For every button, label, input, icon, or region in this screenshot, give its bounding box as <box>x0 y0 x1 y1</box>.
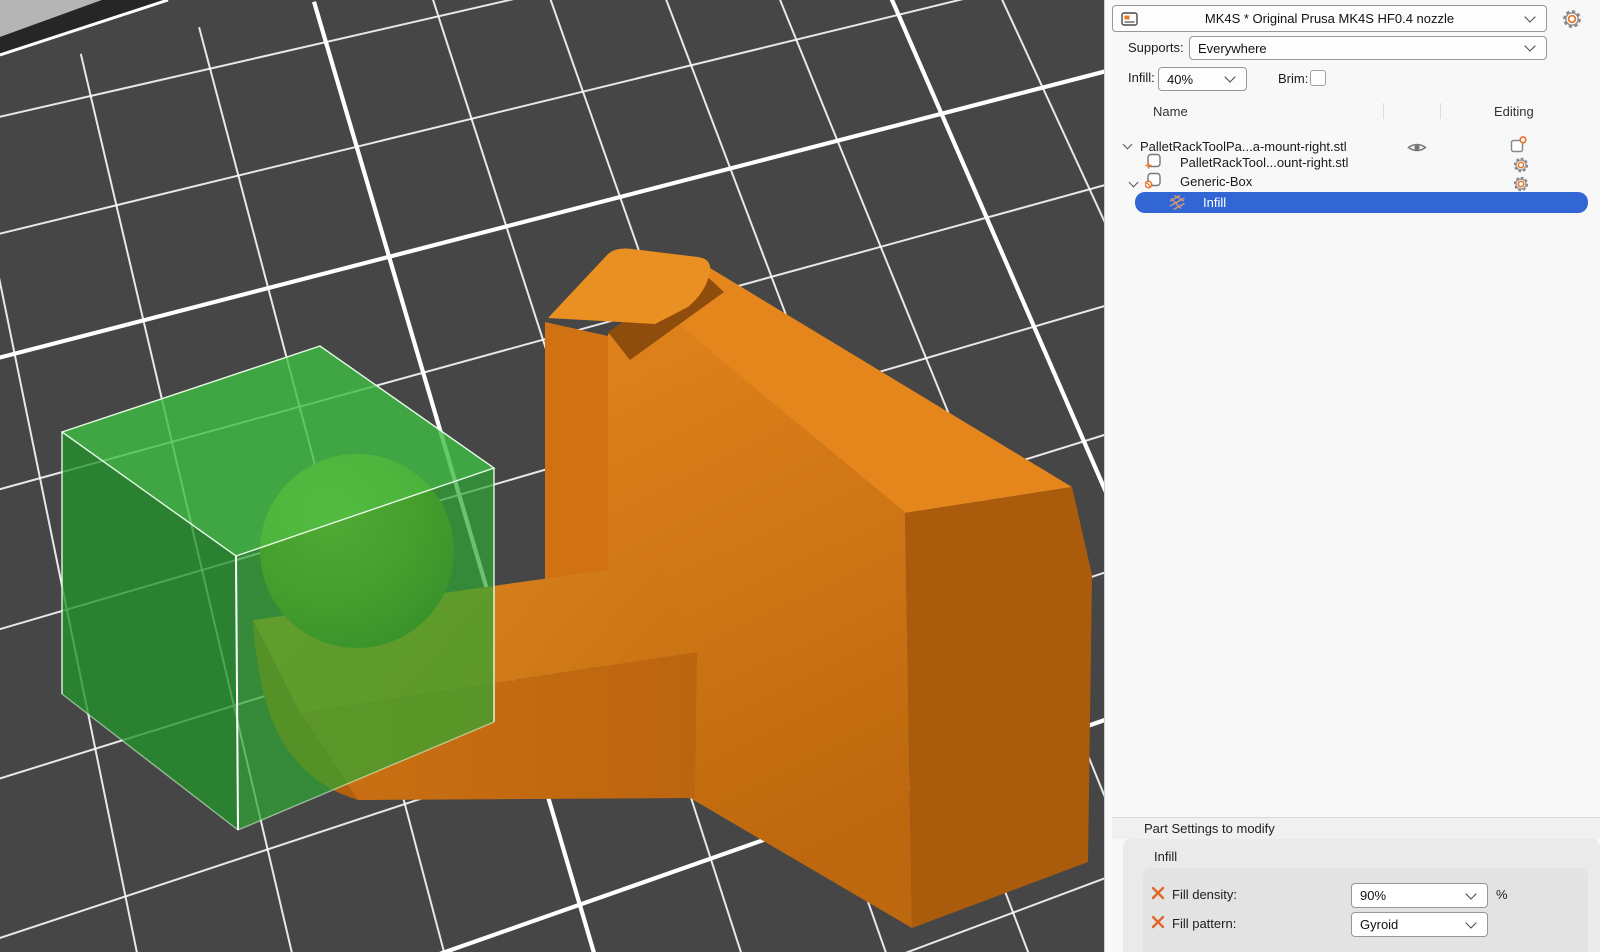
brim-checkbox[interactable] <box>1310 70 1326 86</box>
infill-select[interactable]: 40% <box>1158 67 1247 91</box>
fill-density-value: 90% <box>1352 888 1461 903</box>
tree-row-modifier-box[interactable]: Generic-Box <box>1180 174 1252 189</box>
fill-density-select[interactable]: 90% <box>1351 883 1488 908</box>
settings-group-label: Infill <box>1154 849 1177 864</box>
fill-pattern-select[interactable]: Gyroid <box>1351 912 1488 937</box>
cross-icon[interactable] <box>1151 915 1165 929</box>
chevron-down-icon <box>1524 11 1535 22</box>
fill-density-label: Fill density: <box>1172 887 1237 902</box>
name-column-header: Name <box>1153 104 1188 119</box>
chevron-down-icon[interactable] <box>1123 140 1133 150</box>
supports-value: Everywhere <box>1190 41 1520 56</box>
supports-label: Supports: <box>1128 40 1184 55</box>
part-cube-icon <box>1145 153 1162 170</box>
part-settings-header: Part Settings to modify <box>1112 817 1600 839</box>
prusaslicer-window: MK4S * Original Prusa MK4S HF0.4 nozzle … <box>0 0 1600 952</box>
gear-icon[interactable] <box>1512 175 1530 193</box>
printer-icon <box>1121 11 1139 27</box>
editing-column-header: Editing <box>1494 104 1534 119</box>
fill-pattern-label: Fill pattern: <box>1172 916 1236 931</box>
fill-pattern-value: Gyroid <box>1352 917 1461 932</box>
chevron-down-icon <box>1224 71 1235 82</box>
chevron-down-icon[interactable] <box>1129 178 1139 188</box>
gear-icon[interactable] <box>1512 156 1530 174</box>
printer-name: MK4S * Original Prusa MK4S HF0.4 nozzle <box>1139 11 1520 26</box>
infill-value: 40% <box>1159 72 1220 87</box>
tree-row-infill[interactable]: Infill <box>1203 195 1226 210</box>
cross-icon[interactable] <box>1151 886 1165 900</box>
column-divider[interactable] <box>1440 103 1441 119</box>
settings-group-box <box>1143 868 1588 952</box>
chevron-down-icon <box>1465 888 1476 899</box>
chevron-down-icon <box>1524 40 1535 51</box>
bracket-hook-lip-face <box>545 322 608 582</box>
infill-label: Infill: <box>1128 70 1155 85</box>
supports-select[interactable]: Everywhere <box>1189 36 1547 60</box>
object-settings-icon[interactable] <box>1510 136 1527 153</box>
panel-divider <box>1104 0 1112 952</box>
printer-selector[interactable]: MK4S * Original Prusa MK4S HF0.4 nozzle <box>1112 5 1547 32</box>
fill-density-suffix: % <box>1496 887 1508 902</box>
printer-settings-gear-icon[interactable] <box>1561 8 1583 30</box>
bracket-right-face <box>905 487 1092 928</box>
brim-label: Brim: <box>1278 71 1308 86</box>
tree-row-part[interactable]: PalletRackTool...ount-right.stl <box>1180 155 1348 170</box>
part-settings-title: Part Settings to modify <box>1144 821 1275 836</box>
eye-icon[interactable] <box>1407 141 1427 154</box>
modifier-cube-icon <box>1145 172 1162 189</box>
tree-row-object[interactable]: PalletRackToolPa...a-mount-right.stl <box>1140 139 1347 154</box>
right-panel: MK4S * Original Prusa MK4S HF0.4 nozzle … <box>1112 0 1600 952</box>
column-divider[interactable] <box>1383 103 1384 119</box>
chevron-down-icon <box>1465 917 1476 928</box>
infill-lattice-icon <box>1169 194 1186 211</box>
viewport-3d[interactable] <box>0 0 1104 952</box>
